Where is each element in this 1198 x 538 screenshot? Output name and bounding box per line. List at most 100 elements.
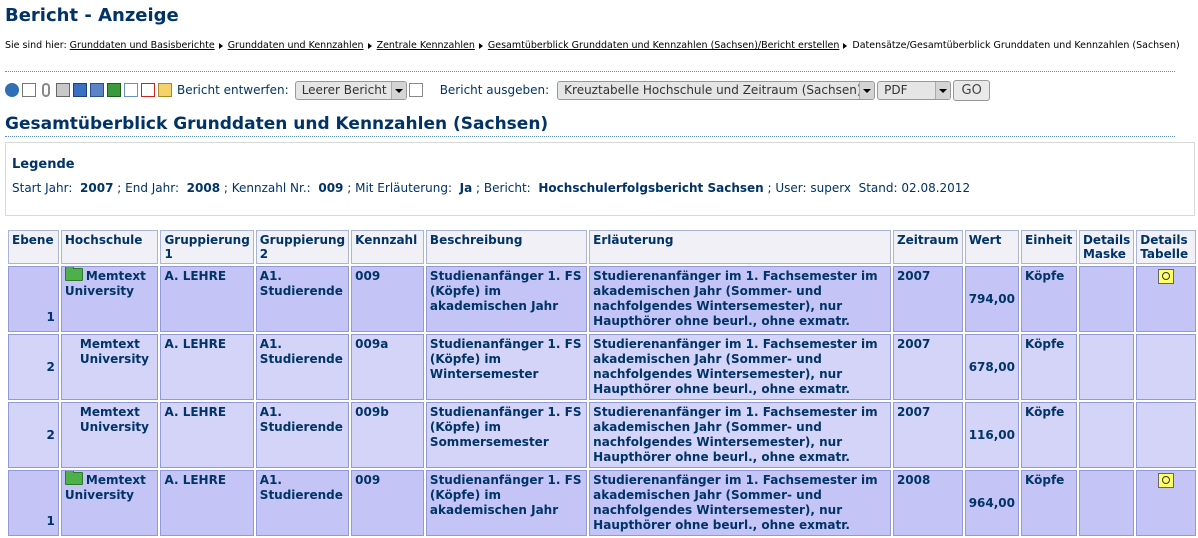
entwerfen-select[interactable]: Leerer Bericht ( bbox=[294, 80, 407, 100]
col-header-details-maske[interactable]: Details Maske bbox=[1078, 230, 1135, 264]
col-header-zeitraum[interactable]: Zeitraum bbox=[892, 230, 963, 264]
format-select[interactable]: PDF bbox=[877, 80, 952, 100]
legend-end-year: 2008 bbox=[186, 181, 221, 195]
breadcrumb-link-bericht-erstellen[interactable]: Gesamtüberblick Grunddaten und Kennzahle… bbox=[488, 40, 840, 51]
html-icon[interactable] bbox=[90, 83, 104, 97]
breadcrumb-arrow-icon bbox=[367, 42, 372, 49]
document-icon[interactable] bbox=[22, 83, 36, 97]
breadcrumb: Sie sind hier: Grunddaten und Basisberic… bbox=[5, 40, 1195, 51]
cell-gruppierung1: A. LEHRE bbox=[160, 402, 254, 468]
breadcrumb-prefix: Sie sind hier: bbox=[5, 40, 67, 51]
col-header-gruppierung1[interactable]: Gruppierung 1 bbox=[160, 230, 254, 264]
cell-ebene: 1 bbox=[8, 266, 59, 332]
cell-gruppierung1: A. LEHRE bbox=[160, 266, 254, 332]
divider bbox=[5, 136, 1175, 137]
excel-icon[interactable] bbox=[107, 83, 121, 97]
legend-start-year: 2007 bbox=[80, 181, 114, 195]
legend-bericht: Hochschulerfolgsbericht Sachsen bbox=[538, 181, 764, 195]
details-table-icon[interactable] bbox=[1158, 269, 1175, 284]
legend-erlaeuterung: Ja bbox=[459, 181, 473, 195]
print-icon[interactable] bbox=[56, 83, 70, 97]
breadcrumb-arrow-icon bbox=[218, 42, 223, 49]
cell-gruppierung1: A. LEHRE bbox=[160, 470, 254, 536]
ausgeben-select[interactable]: Kreuztabelle Hochschule und Zeitraum (Sa… bbox=[557, 80, 876, 100]
cell-einheit: Köpfe bbox=[1021, 334, 1077, 400]
paperclip-icon[interactable] bbox=[42, 83, 50, 97]
cell-erlaeuterung: Studierenanfänger im 1. Fachsemester im … bbox=[589, 266, 891, 332]
cell-zeitraum: 2007 bbox=[892, 266, 963, 332]
cell-details-tabelle bbox=[1136, 470, 1196, 536]
col-header-einheit[interactable]: Einheit bbox=[1021, 230, 1077, 264]
new-report-icon[interactable] bbox=[408, 83, 423, 97]
chevron-down-icon bbox=[390, 81, 406, 99]
chevron-down-icon bbox=[935, 81, 951, 99]
breadcrumb-link-zentrale-kennzahlen[interactable]: Zentrale Kennzahlen bbox=[377, 40, 475, 51]
cell-hochschule[interactable]: Memtext University bbox=[60, 266, 159, 332]
legend-kennzahl: 009 bbox=[318, 181, 344, 195]
cell-gruppierung1: A. LEHRE bbox=[160, 334, 254, 400]
table-row: 2 Memtext University A. LEHRE A1. Studie… bbox=[8, 402, 1196, 468]
divider bbox=[5, 71, 1175, 72]
info-icon[interactable] bbox=[5, 83, 19, 97]
cell-einheit: Köpfe bbox=[1021, 266, 1077, 332]
cell-wert: 678,00 bbox=[964, 334, 1020, 400]
cell-ebene: 2 bbox=[8, 334, 59, 400]
legend-line: Start Jahr: 2007 ; End Jahr: 2008 ; Kenn… bbox=[12, 181, 971, 195]
table-row: 2 Memtext University A. LEHRE A1. Studie… bbox=[8, 334, 1196, 400]
export-icon[interactable] bbox=[124, 83, 138, 97]
cell-zeitraum: 2007 bbox=[892, 334, 963, 400]
breadcrumb-link-basisberichte[interactable]: Grunddaten und Basisberichte bbox=[70, 40, 215, 51]
legend-title: Legende bbox=[12, 157, 75, 172]
edit-icon[interactable] bbox=[158, 83, 172, 97]
col-header-erlaeuterung[interactable]: Erläuterung bbox=[589, 230, 891, 264]
cell-einheit: Köpfe bbox=[1021, 402, 1077, 468]
save-icon[interactable] bbox=[73, 83, 87, 97]
breadcrumb-arrow-icon bbox=[843, 42, 848, 49]
table-header-row: Ebene Hochschule Gruppierung 1 Gruppieru… bbox=[8, 230, 1196, 264]
entwerfen-label: Bericht entwerfen: bbox=[177, 83, 289, 97]
cell-beschreibung: Studienanfänger 1. FS (Köpfe) im Sommers… bbox=[425, 402, 588, 468]
cell-einheit: Köpfe bbox=[1021, 470, 1077, 536]
cell-wert: 794,00 bbox=[964, 266, 1020, 332]
cell-beschreibung: Studienanfänger 1. FS (Köpfe) im Winters… bbox=[425, 334, 588, 400]
details-table-icon[interactable] bbox=[1158, 473, 1175, 488]
cell-ebene: 2 bbox=[8, 402, 59, 468]
col-header-hochschule[interactable]: Hochschule bbox=[60, 230, 159, 264]
breadcrumb-link-grunddaten[interactable]: Grunddaten und Kennzahlen bbox=[228, 40, 364, 51]
page-title: Bericht - Anzeige bbox=[5, 5, 179, 26]
col-header-kennzahl[interactable]: Kennzahl bbox=[351, 230, 424, 264]
col-header-ebene[interactable]: Ebene bbox=[8, 230, 59, 264]
folder-icon[interactable] bbox=[64, 471, 83, 485]
cell-gruppierung2: A1. Studierende bbox=[255, 334, 350, 400]
cell-gruppierung2: A1. Studierende bbox=[255, 470, 350, 536]
cell-gruppierung2: A1. Studierende bbox=[255, 402, 350, 468]
cell-beschreibung: Studienanfänger 1. FS (Köpfe) im akademi… bbox=[425, 266, 588, 332]
report-table: Ebene Hochschule Gruppierung 1 Gruppieru… bbox=[6, 228, 1198, 538]
col-header-gruppierung2[interactable]: Gruppierung 2 bbox=[255, 230, 350, 264]
ausgeben-label: Bericht ausgeben: bbox=[439, 83, 550, 97]
cell-erlaeuterung: Studierenanfänger im 1. Fachsemester im … bbox=[589, 402, 891, 468]
breadcrumb-current: Datensätze/Gesamtüberblick Grunddaten un… bbox=[852, 40, 1180, 51]
cell-zeitraum: 2007 bbox=[892, 402, 963, 468]
go-button[interactable]: GO bbox=[953, 79, 991, 101]
col-header-details-tabelle[interactable]: Details Tabelle bbox=[1136, 230, 1196, 264]
table-row: 1 Memtext University A. LEHRE A1. Studie… bbox=[8, 266, 1196, 332]
legend-box: Legende Start Jahr: 2007 ; End Jahr: 200… bbox=[5, 142, 1195, 216]
col-header-beschreibung[interactable]: Beschreibung bbox=[425, 230, 588, 264]
folder-icon[interactable] bbox=[64, 267, 83, 281]
cell-erlaeuterung: Studierenanfänger im 1. Fachsemester im … bbox=[589, 470, 891, 536]
cell-wert: 964,00 bbox=[964, 470, 1020, 536]
cell-kennzahl: 009 bbox=[351, 470, 424, 536]
cell-details-maske bbox=[1078, 470, 1135, 536]
cell-details-maske bbox=[1078, 402, 1135, 468]
col-header-wert[interactable]: Wert bbox=[964, 230, 1020, 264]
cell-beschreibung: Studienanfänger 1. FS (Köpfe) im akademi… bbox=[425, 470, 588, 536]
cell-details-tabelle bbox=[1136, 266, 1196, 332]
cell-kennzahl: 009b bbox=[351, 402, 424, 468]
cell-erlaeuterung: Studierenanfänger im 1. Fachsemester im … bbox=[589, 334, 891, 400]
cell-details-maske bbox=[1078, 266, 1135, 332]
cell-hochschule[interactable]: Memtext University bbox=[60, 470, 159, 536]
pdf-icon[interactable] bbox=[141, 83, 155, 97]
toolbar: Bericht entwerfen: Leerer Bericht ( Beri… bbox=[5, 79, 1195, 101]
cell-gruppierung2: A1. Studierende bbox=[255, 266, 350, 332]
